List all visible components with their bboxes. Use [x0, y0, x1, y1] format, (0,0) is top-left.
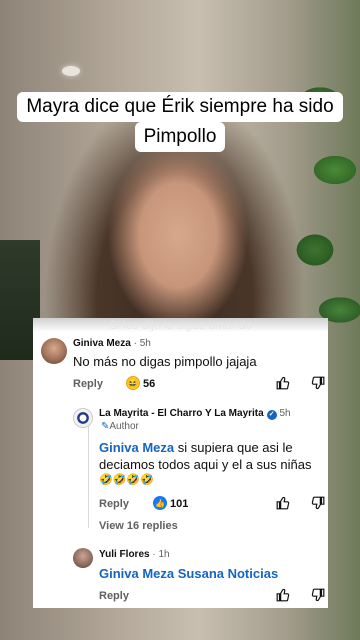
comment-time: · 5h	[133, 338, 151, 349]
like-count: 101	[170, 498, 189, 510]
mention-link[interactable]: Giniva Meza Susana Noticias	[99, 566, 278, 581]
comment-screenshot-card: Si les dije lo sigue amando Giniva Meza …	[33, 318, 328, 608]
thread-connector-line	[88, 416, 89, 528]
author-tag: ✎Author	[101, 421, 139, 432]
view-replies-link[interactable]: View 16 replies	[99, 520, 178, 532]
reply-button[interactable]: Reply	[99, 590, 129, 602]
video-caption: Mayra dice que Érik siempre ha sido Pimp…	[0, 92, 360, 152]
caption-line-2: Pimpollo	[134, 122, 226, 152]
ceiling-light	[62, 66, 80, 76]
thumbs-up-icon[interactable]	[276, 588, 290, 602]
comment-text: No más no digas pimpollo jajaja	[73, 354, 257, 369]
thumbs-down-icon[interactable]	[311, 588, 325, 602]
comment-author[interactable]: Yuli Flores · 1h	[99, 549, 170, 560]
comment-author[interactable]: Giniva Meza · 5h	[73, 338, 151, 349]
reply-button[interactable]: Reply	[73, 378, 103, 390]
reply-text-line-2: deciamos todos aqui y el a sus niñas	[99, 457, 312, 472]
channel-avatar[interactable]	[73, 408, 93, 428]
like-badge-icon: 👍	[153, 496, 167, 510]
channel-logo-icon	[77, 412, 89, 424]
caption-line-1: Mayra dice que Érik siempre ha sido	[17, 92, 343, 122]
laughing-emoji-icon: 😆	[126, 376, 140, 390]
comment-time: · 1h	[152, 549, 170, 560]
thumbs-down-icon[interactable]	[311, 496, 325, 510]
avatar[interactable]	[41, 338, 67, 364]
comment-text: Giniva Meza Susana Noticias	[99, 566, 278, 581]
avatar[interactable]	[73, 548, 93, 568]
verified-badge-icon: ✓	[266, 410, 277, 420]
reply-time: 5h	[279, 408, 291, 419]
reply-author[interactable]: La Mayrita - El Charro Y La Mayrita ✓ 5h	[99, 408, 291, 420]
thumbs-down-icon[interactable]	[311, 376, 325, 390]
reply-button[interactable]: Reply	[99, 498, 129, 510]
thumbs-up-icon[interactable]	[276, 496, 290, 510]
mention-link[interactable]: Giniva Meza	[99, 440, 174, 455]
thumbs-up-icon[interactable]	[276, 376, 290, 390]
reaction-count: 56	[143, 378, 156, 390]
reply-emoji-line: 🤣🤣🤣🤣	[99, 474, 154, 486]
faded-comment-header: Si les dije lo sigue amando	[33, 318, 328, 332]
reply-text-line-1: Giniva Meza si supiera que asi le	[99, 440, 293, 455]
